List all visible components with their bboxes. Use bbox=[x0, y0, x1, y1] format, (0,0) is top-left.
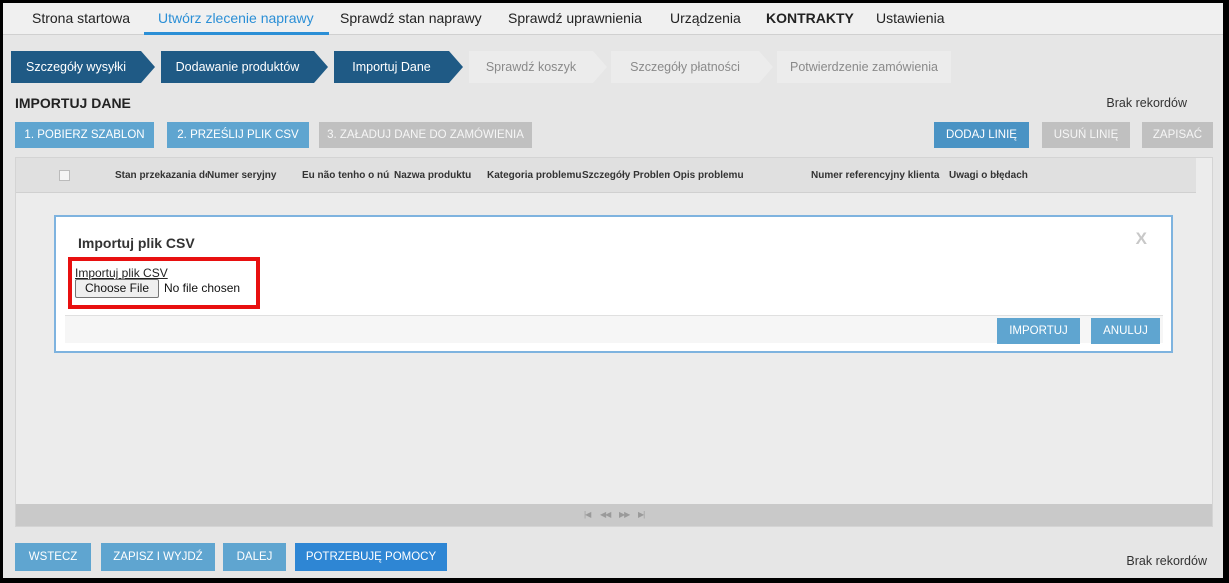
nav-item-check-repair-status[interactable]: Sprawdź stan naprawy bbox=[340, 10, 482, 26]
cancel-button[interactable]: ANULUJ bbox=[1091, 318, 1160, 344]
upload-csv-button[interactable]: 2. PRZEŚLIJ PLIK CSV bbox=[167, 122, 309, 148]
nav-item-contracts[interactable]: KONTRAKTY bbox=[766, 10, 854, 26]
step-label: Potwierdzenie zamówienia bbox=[790, 60, 938, 74]
column-header-no-number[interactable]: Eu não tenho o número bbox=[302, 170, 390, 181]
file-status-text: No file chosen bbox=[164, 281, 241, 295]
top-navigation: Strona startowa Utwórz zlecenie naprawy … bbox=[3, 3, 1223, 35]
choose-file-button[interactable]: Choose File bbox=[75, 279, 159, 298]
column-header-problem-details[interactable]: Szczegóły Problemu bbox=[582, 170, 670, 181]
prev-page-icon[interactable]: ◀◀ bbox=[600, 510, 611, 519]
dialog-title: Importuj plik CSV bbox=[78, 235, 195, 251]
page-title: IMPORTUJ DANE bbox=[15, 95, 131, 111]
save-button[interactable]: ZAPISAĆ bbox=[1142, 122, 1213, 148]
grid-pager: |◀ ◀◀ ▶▶ ▶| bbox=[16, 504, 1212, 526]
add-line-button[interactable]: DODAJ LINIĘ bbox=[934, 122, 1029, 148]
step-arrow bbox=[314, 51, 328, 83]
step-label: Dodawanie produktów bbox=[175, 60, 300, 74]
download-template-button[interactable]: 1. POBIERZ SZABLON bbox=[15, 122, 154, 148]
column-header-error-notes[interactable]: Uwagi o błędach bbox=[949, 170, 1069, 181]
load-data-to-order-button[interactable]: 3. ZAŁADUJ DANE DO ZAMÓWIENIA bbox=[319, 122, 532, 148]
close-icon[interactable]: X bbox=[1136, 229, 1147, 249]
app-window: Strona startowa Utwórz zlecenie naprawy … bbox=[3, 3, 1223, 578]
step-label: Szczegóły wysyłki bbox=[25, 60, 127, 74]
step-arrow bbox=[141, 51, 155, 83]
step-check-cart[interactable]: Sprawdź koszyk bbox=[469, 51, 593, 83]
nav-item-create-repair-order[interactable]: Utwórz zlecenie naprawy bbox=[158, 10, 314, 26]
nav-item-settings[interactable]: Ustawienia bbox=[876, 10, 944, 26]
nav-item-home[interactable]: Strona startowa bbox=[32, 10, 130, 26]
step-label: Sprawdź koszyk bbox=[485, 60, 577, 74]
step-label: Szczegóły płatności bbox=[630, 60, 740, 74]
progress-steps: Szczegóły wysyłki Dodawanie produktów Im… bbox=[11, 51, 951, 83]
file-input-label: Importuj plik CSV bbox=[75, 266, 168, 280]
need-help-button[interactable]: POTRZEBUJĘ POMOCY bbox=[295, 543, 447, 571]
step-arrow bbox=[449, 51, 463, 83]
record-count-label: Brak rekordów bbox=[1106, 96, 1187, 110]
nav-item-devices[interactable]: Urządzenia bbox=[670, 10, 741, 26]
step-add-products[interactable]: Dodawanie produktów bbox=[161, 51, 314, 83]
back-button[interactable]: WSTECZ bbox=[15, 543, 91, 571]
step-arrow bbox=[593, 51, 607, 83]
step-payment-details[interactable]: Szczegóły płatności bbox=[611, 51, 759, 83]
step-order-confirmation[interactable]: Potwierdzenie zamówienia bbox=[777, 51, 951, 83]
column-header-serial-number[interactable]: Numer seryjny bbox=[207, 170, 297, 181]
last-page-icon[interactable]: ▶| bbox=[638, 510, 645, 519]
import-csv-dialog: Importuj plik CSV X Importuj plik CSV Ch… bbox=[54, 215, 1173, 353]
column-header-product-name[interactable]: Nazwa produktu bbox=[394, 170, 484, 181]
step-label: Importuj Dane bbox=[352, 60, 431, 74]
grid-header-row: Stan przekazania do Numer seryjny Eu não… bbox=[16, 158, 1196, 193]
column-header-problem-category[interactable]: Kategoria problemu bbox=[487, 170, 581, 181]
remove-line-button[interactable]: USUŃ LINIĘ bbox=[1042, 122, 1130, 148]
step-arrow bbox=[759, 51, 773, 83]
dialog-footer: IMPORTUJ ANULUJ bbox=[65, 315, 1163, 344]
active-tab-indicator bbox=[144, 32, 329, 35]
step-import-data[interactable]: Importuj Dane bbox=[334, 51, 449, 83]
column-header-customer-reference[interactable]: Numer referencyjny klienta bbox=[811, 170, 946, 181]
next-page-icon[interactable]: ▶▶ bbox=[619, 510, 630, 519]
next-button[interactable]: DALEJ bbox=[223, 543, 286, 571]
select-all-checkbox[interactable] bbox=[59, 170, 70, 181]
save-and-exit-button[interactable]: ZAPISZ I WYJDŹ bbox=[101, 543, 215, 571]
record-count-label-bottom: Brak rekordów bbox=[1126, 554, 1207, 568]
column-header-transfer-status[interactable]: Stan przekazania do bbox=[115, 170, 207, 181]
first-page-icon[interactable]: |◀ bbox=[584, 510, 591, 519]
import-button[interactable]: IMPORTUJ bbox=[997, 318, 1080, 344]
step-shipping-details[interactable]: Szczegóły wysyłki bbox=[11, 51, 141, 83]
nav-item-check-entitlements[interactable]: Sprawdź uprawnienia bbox=[508, 10, 642, 26]
column-header-problem-description[interactable]: Opis problemu bbox=[673, 170, 793, 181]
